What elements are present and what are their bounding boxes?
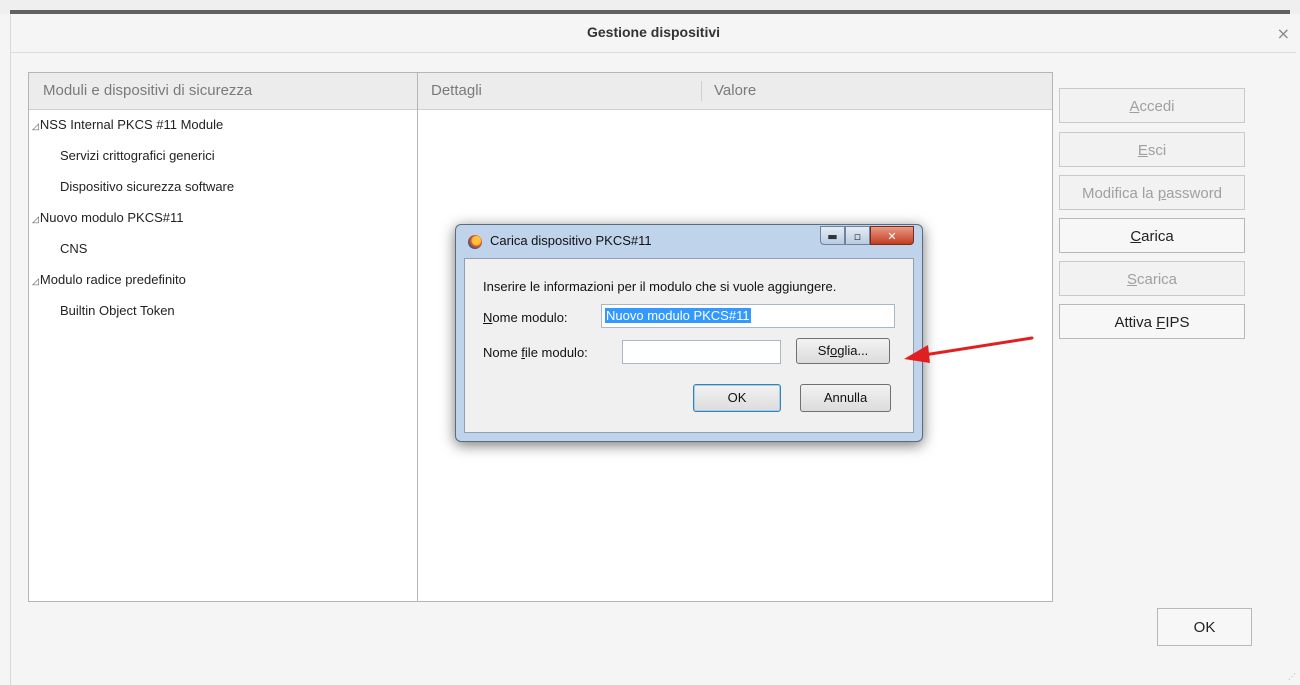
modules-tree-pane: Moduli e dispositivi di sicurezza ◿NSS I… xyxy=(29,73,418,601)
modules-column-header[interactable]: Moduli e dispositivi di sicurezza xyxy=(29,73,417,110)
minimize-icon[interactable]: ▬ xyxy=(820,226,845,245)
login-button[interactable]: Accedi xyxy=(1059,88,1245,123)
browse-button[interactable]: Sfoglia... xyxy=(796,338,890,364)
modules-column-label: Moduli e dispositivi di sicurezza xyxy=(43,82,253,99)
load-button[interactable]: Carica xyxy=(1059,218,1245,253)
tree-item-label: Modulo radice predefinito xyxy=(39,272,186,287)
modal-client-area: Inserire le informazioni per il modulo c… xyxy=(464,258,914,433)
modal-instructions: Inserire le informazioni per il modulo c… xyxy=(483,279,837,294)
tree-item-label: CNS xyxy=(60,241,88,256)
tree-collapse-icon[interactable]: ◿ xyxy=(32,276,39,286)
tree-item-software-security-device[interactable]: Dispositivo sicurezza software xyxy=(29,178,417,209)
module-name-input[interactable]: Nuovo modulo PKCS#11 xyxy=(601,304,895,328)
logout-button[interactable]: Esci xyxy=(1059,132,1245,167)
dialog-title: Gestione dispositivi xyxy=(586,24,721,40)
value-column-label[interactable]: Valore xyxy=(714,73,756,109)
firefox-icon xyxy=(468,235,482,249)
modal-title: Carica dispositivo PKCS#11 xyxy=(490,233,652,248)
ok-button[interactable]: OK xyxy=(1157,608,1252,646)
tree-item-generic-crypto[interactable]: Servizi crittografici generici xyxy=(29,147,417,178)
modules-tree: ◿NSS Internal PKCS #11 Module Servizi cr… xyxy=(29,110,417,333)
tree-item-label: NSS Internal PKCS #11 Module xyxy=(39,117,224,132)
tree-item-label: Builtin Object Token xyxy=(60,303,175,318)
close-icon[interactable]: × xyxy=(1277,24,1290,43)
details-column-label[interactable]: Dettagli xyxy=(431,73,482,109)
modal-cancel-button[interactable]: Annulla xyxy=(800,384,891,412)
window-controls: ▬ ▫ ✕ xyxy=(820,226,914,246)
unload-button[interactable]: Scarica xyxy=(1059,261,1245,296)
details-column-header: Dettagli Valore xyxy=(418,73,1052,110)
change-password-button[interactable]: Modifica la password xyxy=(1059,175,1245,210)
tree-collapse-icon[interactable]: ◿ xyxy=(32,121,39,131)
tree-item-cns[interactable]: CNS xyxy=(29,240,417,271)
column-separator[interactable] xyxy=(701,81,702,101)
maximize-icon[interactable]: ▫ xyxy=(845,226,870,245)
tree-item-nss-internal[interactable]: ◿NSS Internal PKCS #11 Module xyxy=(29,116,417,147)
tree-collapse-icon[interactable]: ◿ xyxy=(32,214,39,224)
tree-item-label: Dispositivo sicurezza software xyxy=(60,179,235,194)
tree-item-builtin-root-module[interactable]: ◿Modulo radice predefinito xyxy=(29,271,417,302)
background-window-edge xyxy=(0,0,1300,14)
red-arrow-annotation xyxy=(904,336,1034,363)
tree-item-new-pkcs11-module[interactable]: ◿Nuovo modulo PKCS#11 xyxy=(29,209,417,240)
tree-item-label: Nuovo modulo PKCS#11 xyxy=(39,210,184,225)
module-file-label: Nome file modulo: xyxy=(483,345,588,360)
module-name-value: Nuovo modulo PKCS#11 xyxy=(605,308,751,323)
module-name-label: Nome modulo: xyxy=(483,310,568,325)
module-file-input[interactable] xyxy=(622,340,781,364)
enable-fips-button[interactable]: Attiva FIPS xyxy=(1059,304,1245,339)
tree-item-label: Servizi crittografici generici xyxy=(60,148,215,163)
modal-ok-button[interactable]: OK xyxy=(693,384,781,412)
tree-item-builtin-object-token[interactable]: Builtin Object Token xyxy=(29,302,417,333)
dialog-titlebar: Gestione dispositivi × xyxy=(11,14,1296,53)
resize-grip-icon[interactable]: ⋰ xyxy=(1288,672,1296,681)
load-device-modal: Carica dispositivo PKCS#11 ▬ ▫ ✕ Inserir… xyxy=(455,224,923,442)
close-icon[interactable]: ✕ xyxy=(870,226,914,245)
